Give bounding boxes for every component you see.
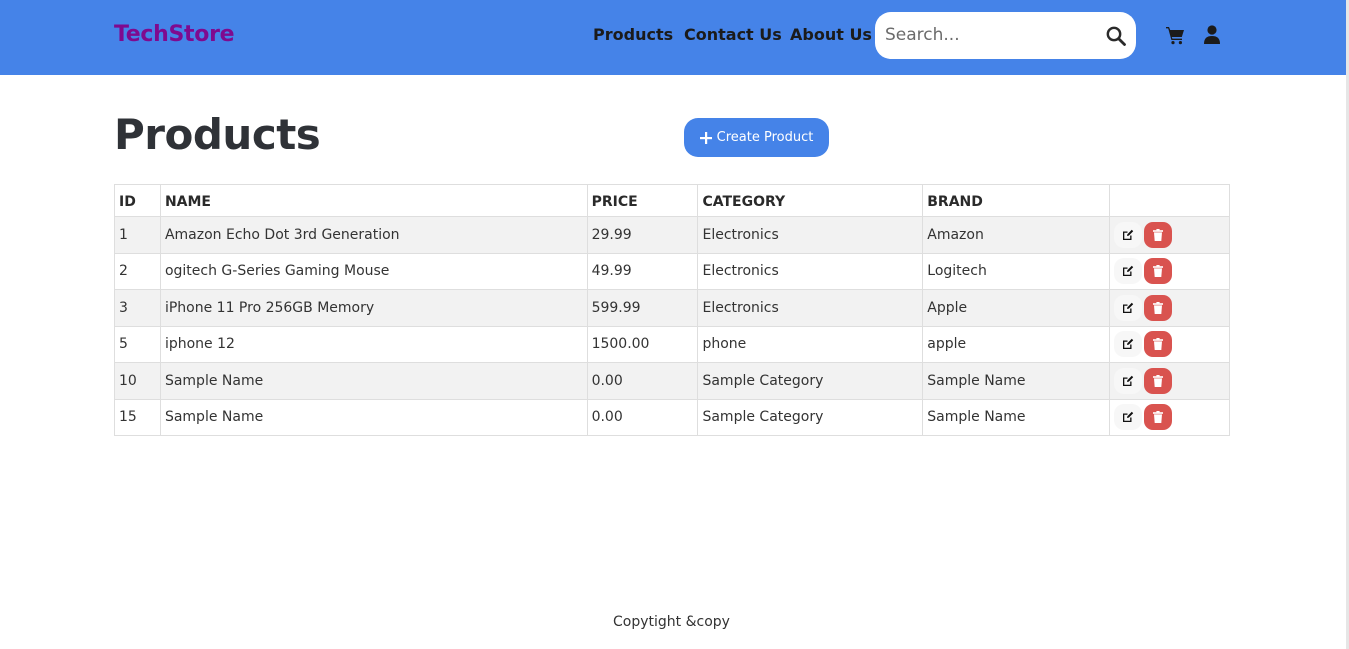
navbar: TechStore Products Contact Us About Us bbox=[0, 0, 1349, 75]
cell-price: 0.00 bbox=[586, 398, 699, 436]
cell-category: phone bbox=[697, 325, 924, 363]
cell-id: 10 bbox=[114, 362, 161, 400]
table-header-row: ID NAME PRICE CATEGORY BRAND bbox=[114, 184, 1230, 217]
edit-icon bbox=[1123, 229, 1134, 240]
plus-icon bbox=[699, 131, 712, 144]
footer: Copytight &copy bbox=[0, 614, 1343, 630]
edit-button[interactable] bbox=[1114, 221, 1143, 248]
row-actions bbox=[1114, 221, 1225, 248]
delete-button[interactable] bbox=[1144, 367, 1173, 394]
row-actions bbox=[1114, 294, 1225, 321]
cell-id: 2 bbox=[114, 252, 161, 290]
search-input[interactable] bbox=[883, 19, 1093, 51]
cell-category: Electronics bbox=[697, 216, 924, 254]
create-product-button[interactable]: Create Product bbox=[684, 118, 829, 157]
column-header-id: ID bbox=[114, 184, 161, 217]
trash-icon bbox=[1153, 374, 1164, 387]
cell-name: iPhone 11 Pro 256GB Memory bbox=[159, 289, 588, 327]
cell-name: ogitech G-Series Gaming Mouse bbox=[159, 252, 588, 290]
edit-button[interactable] bbox=[1114, 294, 1143, 321]
cell-category: Sample Category bbox=[697, 362, 924, 400]
cell-name: Sample Name bbox=[159, 362, 588, 400]
cell-brand: Sample Name bbox=[922, 362, 1111, 400]
cell-id: 15 bbox=[114, 398, 161, 436]
table-row: 2 ogitech G-Series Gaming Mouse 49.99 El… bbox=[114, 252, 1230, 290]
cell-id: 5 bbox=[114, 325, 161, 363]
cell-name: iphone 12 bbox=[159, 325, 588, 363]
delete-button[interactable] bbox=[1144, 294, 1173, 321]
nav-link-about[interactable]: About Us bbox=[790, 25, 872, 44]
edit-icon bbox=[1123, 266, 1134, 277]
cell-actions bbox=[1109, 362, 1230, 400]
column-header-category: CATEGORY bbox=[697, 184, 924, 217]
cell-name: Sample Name bbox=[159, 398, 588, 436]
edit-icon bbox=[1123, 302, 1134, 313]
delete-button[interactable] bbox=[1144, 258, 1173, 285]
trash-icon bbox=[1153, 411, 1164, 424]
page-title: Products bbox=[114, 110, 321, 159]
row-actions bbox=[1114, 258, 1225, 285]
brand-logo[interactable]: TechStore bbox=[114, 22, 235, 47]
delete-button[interactable] bbox=[1144, 404, 1173, 431]
nav-link-products[interactable]: Products bbox=[593, 25, 673, 44]
cell-price: 29.99 bbox=[586, 216, 699, 254]
cell-brand: Amazon bbox=[922, 216, 1111, 254]
edit-button[interactable] bbox=[1114, 367, 1143, 394]
user-icon[interactable] bbox=[1203, 25, 1221, 45]
trash-icon bbox=[1153, 265, 1164, 278]
cart-icon[interactable] bbox=[1165, 25, 1185, 45]
column-header-name: NAME bbox=[159, 184, 588, 217]
cell-category: Sample Category bbox=[697, 398, 924, 436]
row-actions bbox=[1114, 331, 1225, 358]
cell-actions bbox=[1109, 216, 1230, 254]
table-row: 10 Sample Name 0.00 Sample Category Samp… bbox=[114, 362, 1230, 400]
cell-price: 1500.00 bbox=[586, 325, 699, 363]
create-product-label: Create Product bbox=[716, 130, 814, 145]
row-actions bbox=[1114, 404, 1225, 431]
trash-icon bbox=[1153, 338, 1164, 351]
nav-link-contact[interactable]: Contact Us bbox=[684, 25, 782, 44]
table-row: 3 iPhone 11 Pro 256GB Memory 599.99 Elec… bbox=[114, 289, 1230, 327]
edit-button[interactable] bbox=[1114, 258, 1143, 285]
products-table: ID NAME PRICE CATEGORY BRAND 1 Amazon Ec… bbox=[114, 184, 1230, 436]
cell-actions bbox=[1109, 289, 1230, 327]
cell-price: 49.99 bbox=[586, 252, 699, 290]
row-actions bbox=[1114, 367, 1225, 394]
trash-icon bbox=[1153, 301, 1164, 314]
edit-icon bbox=[1123, 375, 1134, 386]
column-header-brand: BRAND bbox=[922, 184, 1111, 217]
cell-brand: Apple bbox=[922, 289, 1111, 327]
cell-brand: Sample Name bbox=[922, 398, 1111, 436]
search-icon[interactable] bbox=[1106, 26, 1126, 46]
delete-button[interactable] bbox=[1144, 221, 1173, 248]
edit-button[interactable] bbox=[1114, 331, 1143, 358]
cell-name: Amazon Echo Dot 3rd Generation bbox=[159, 216, 588, 254]
cell-actions bbox=[1109, 252, 1230, 290]
table-row: 1 Amazon Echo Dot 3rd Generation 29.99 E… bbox=[114, 216, 1230, 254]
column-header-actions bbox=[1109, 184, 1230, 217]
edit-icon bbox=[1123, 412, 1134, 423]
cell-brand: Logitech bbox=[922, 252, 1111, 290]
edit-icon bbox=[1123, 339, 1134, 350]
cell-id: 3 bbox=[114, 289, 161, 327]
cell-category: Electronics bbox=[697, 289, 924, 327]
cell-actions bbox=[1109, 398, 1230, 436]
cell-price: 599.99 bbox=[586, 289, 699, 327]
cell-price: 0.00 bbox=[586, 362, 699, 400]
table-row: 5 iphone 12 1500.00 phone apple bbox=[114, 325, 1230, 363]
table-row: 15 Sample Name 0.00 Sample Category Samp… bbox=[114, 398, 1230, 436]
column-header-price: PRICE bbox=[586, 184, 699, 217]
delete-button[interactable] bbox=[1144, 331, 1173, 358]
cell-category: Electronics bbox=[697, 252, 924, 290]
copyright-text: Copytight &copy bbox=[613, 614, 730, 630]
cell-actions bbox=[1109, 325, 1230, 363]
search-box bbox=[875, 12, 1136, 59]
cell-brand: apple bbox=[922, 325, 1111, 363]
trash-icon bbox=[1153, 228, 1164, 241]
edit-button[interactable] bbox=[1114, 404, 1143, 431]
cell-id: 1 bbox=[114, 216, 161, 254]
